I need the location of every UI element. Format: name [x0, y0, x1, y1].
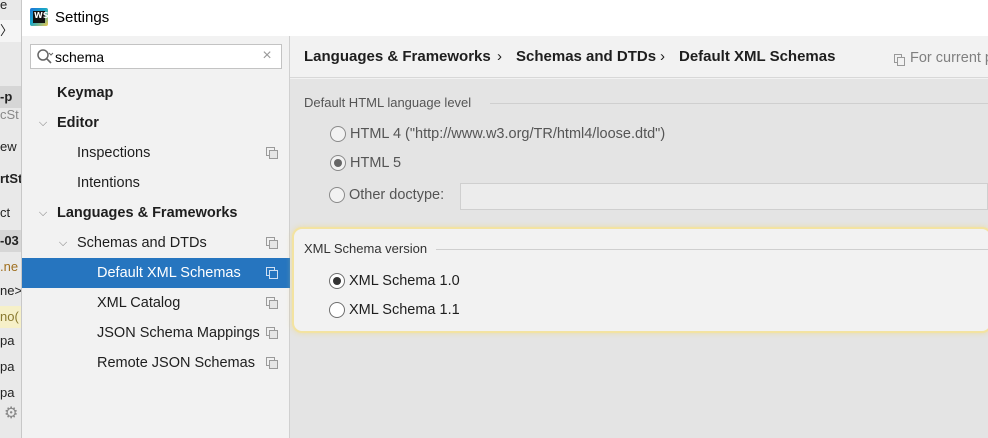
window-title: Settings	[55, 9, 110, 26]
breadcrumb-item[interactable]: Languages & Frameworks	[304, 48, 491, 65]
settings-content-pane: Languages & Frameworks › Schemas and DTD…	[290, 36, 988, 438]
tree-item-schemas-dtds[interactable]: ⌵ Schemas and DTDs	[22, 228, 290, 258]
radio-button[interactable]	[329, 302, 345, 318]
tree-item-label: JSON Schema Mappings	[97, 325, 260, 341]
radio-label: HTML 4 ("http://www.w3.org/TR/html4/loos…	[350, 126, 666, 142]
other-doctype-field[interactable]	[460, 183, 988, 210]
tree-item-keymap[interactable]: Keymap	[22, 78, 290, 108]
chevron-down-icon[interactable]: ⌵	[36, 108, 50, 138]
title-bar: WS Settings	[22, 0, 988, 36]
tree-item-intentions[interactable]: Intentions	[22, 168, 290, 198]
background-text: -03	[0, 230, 21, 252]
background-app-strip: e 〉 -p cSt ew rtSt ct -03 .ne ne> no( pa…	[0, 0, 22, 438]
section-divider	[490, 103, 988, 104]
radio-label: XML Schema 1.0	[349, 273, 460, 289]
settings-nav-pane: × Keymap ⌵ Editor Inspections Intentions…	[22, 36, 290, 438]
radio-button[interactable]	[329, 187, 345, 203]
copy-settings-icon	[266, 237, 278, 249]
scope-label: For current p	[910, 50, 988, 66]
tree-item-default-xml-schemas[interactable]: Default XML Schemas	[22, 258, 290, 288]
breadcrumb-separator: ›	[660, 48, 665, 65]
tree-item-xml-catalog[interactable]: XML Catalog	[22, 288, 290, 318]
tree-item-label: Inspections	[77, 145, 151, 161]
copy-settings-icon	[266, 327, 278, 339]
background-text: ew	[0, 139, 17, 154]
tree-item-languages-frameworks[interactable]: ⌵ Languages & Frameworks	[22, 198, 290, 228]
section-divider	[436, 249, 988, 250]
settings-window: WS Settings × Keymap ⌵ Editor Inspection…	[22, 0, 988, 438]
tree-item-label: Languages & Frameworks	[57, 205, 238, 221]
background-text: pa	[0, 359, 15, 374]
project-scope-icon	[894, 54, 905, 66]
chevron-down-icon[interactable]: ⌵	[36, 198, 50, 228]
tree-item-label: Editor	[57, 115, 99, 131]
settings-form: Default HTML language level HTML 4 ("htt…	[290, 79, 988, 438]
radio-button[interactable]	[329, 273, 345, 289]
gear-icon: ⚙	[4, 405, 19, 422]
background-text: e	[0, 0, 8, 12]
background-text: pa	[0, 385, 15, 400]
radio-label: HTML 5	[350, 155, 402, 171]
tree-item-label: Keymap	[57, 85, 114, 101]
radio-button[interactable]	[330, 155, 346, 171]
radio-button[interactable]	[330, 126, 346, 142]
clear-search-icon[interactable]: ×	[259, 47, 275, 65]
copy-settings-icon	[266, 267, 278, 279]
tree-item-remote-json-schemas[interactable]: Remote JSON Schemas	[22, 348, 290, 378]
breadcrumb-separator: ›	[497, 48, 502, 65]
breadcrumb-item[interactable]: Schemas and DTDs	[516, 48, 656, 65]
section-title-html-level: Default HTML language level	[304, 95, 472, 110]
copy-settings-icon	[266, 357, 278, 369]
settings-search-box: ×	[30, 44, 282, 69]
background-text: .ne	[0, 259, 19, 274]
section-title-xml-schema: XML Schema version	[304, 241, 428, 256]
background-text: rtSt	[0, 171, 22, 186]
tree-item-label: Intentions	[77, 175, 140, 191]
background-nav-arrow: 〉	[0, 20, 21, 42]
background-text: cSt	[0, 107, 19, 122]
tree-item-label: Remote JSON Schemas	[97, 355, 255, 371]
radio-label: XML Schema 1.1	[349, 302, 460, 318]
copy-settings-icon	[266, 147, 278, 159]
app-icon: WS	[30, 8, 49, 26]
background-text: ct	[0, 205, 11, 220]
search-input[interactable]	[55, 47, 245, 66]
background-text: ne>	[0, 283, 22, 298]
tree-item-label: XML Catalog	[97, 295, 181, 311]
radio-label: Other doctype:	[349, 187, 445, 203]
breadcrumb-item-current: Default XML Schemas	[679, 48, 836, 65]
tree-item-json-schema-mappings[interactable]: JSON Schema Mappings	[22, 318, 290, 348]
tree-item-inspections[interactable]: Inspections	[22, 138, 290, 168]
tree-item-editor[interactable]: ⌵ Editor	[22, 108, 290, 138]
search-icon	[37, 49, 54, 64]
tree-item-label: Default XML Schemas	[97, 265, 241, 281]
background-text: pa	[0, 333, 15, 348]
copy-settings-icon	[266, 297, 278, 309]
background-text: no(	[0, 306, 21, 328]
chevron-down-icon[interactable]: ⌵	[56, 228, 70, 258]
xml-schema-version-panel: XML Schema version XML Schema 1.0 XML Sc…	[292, 227, 988, 333]
tree-item-label: Schemas and DTDs	[77, 235, 207, 251]
breadcrumb: Languages & Frameworks › Schemas and DTD…	[290, 36, 988, 78]
